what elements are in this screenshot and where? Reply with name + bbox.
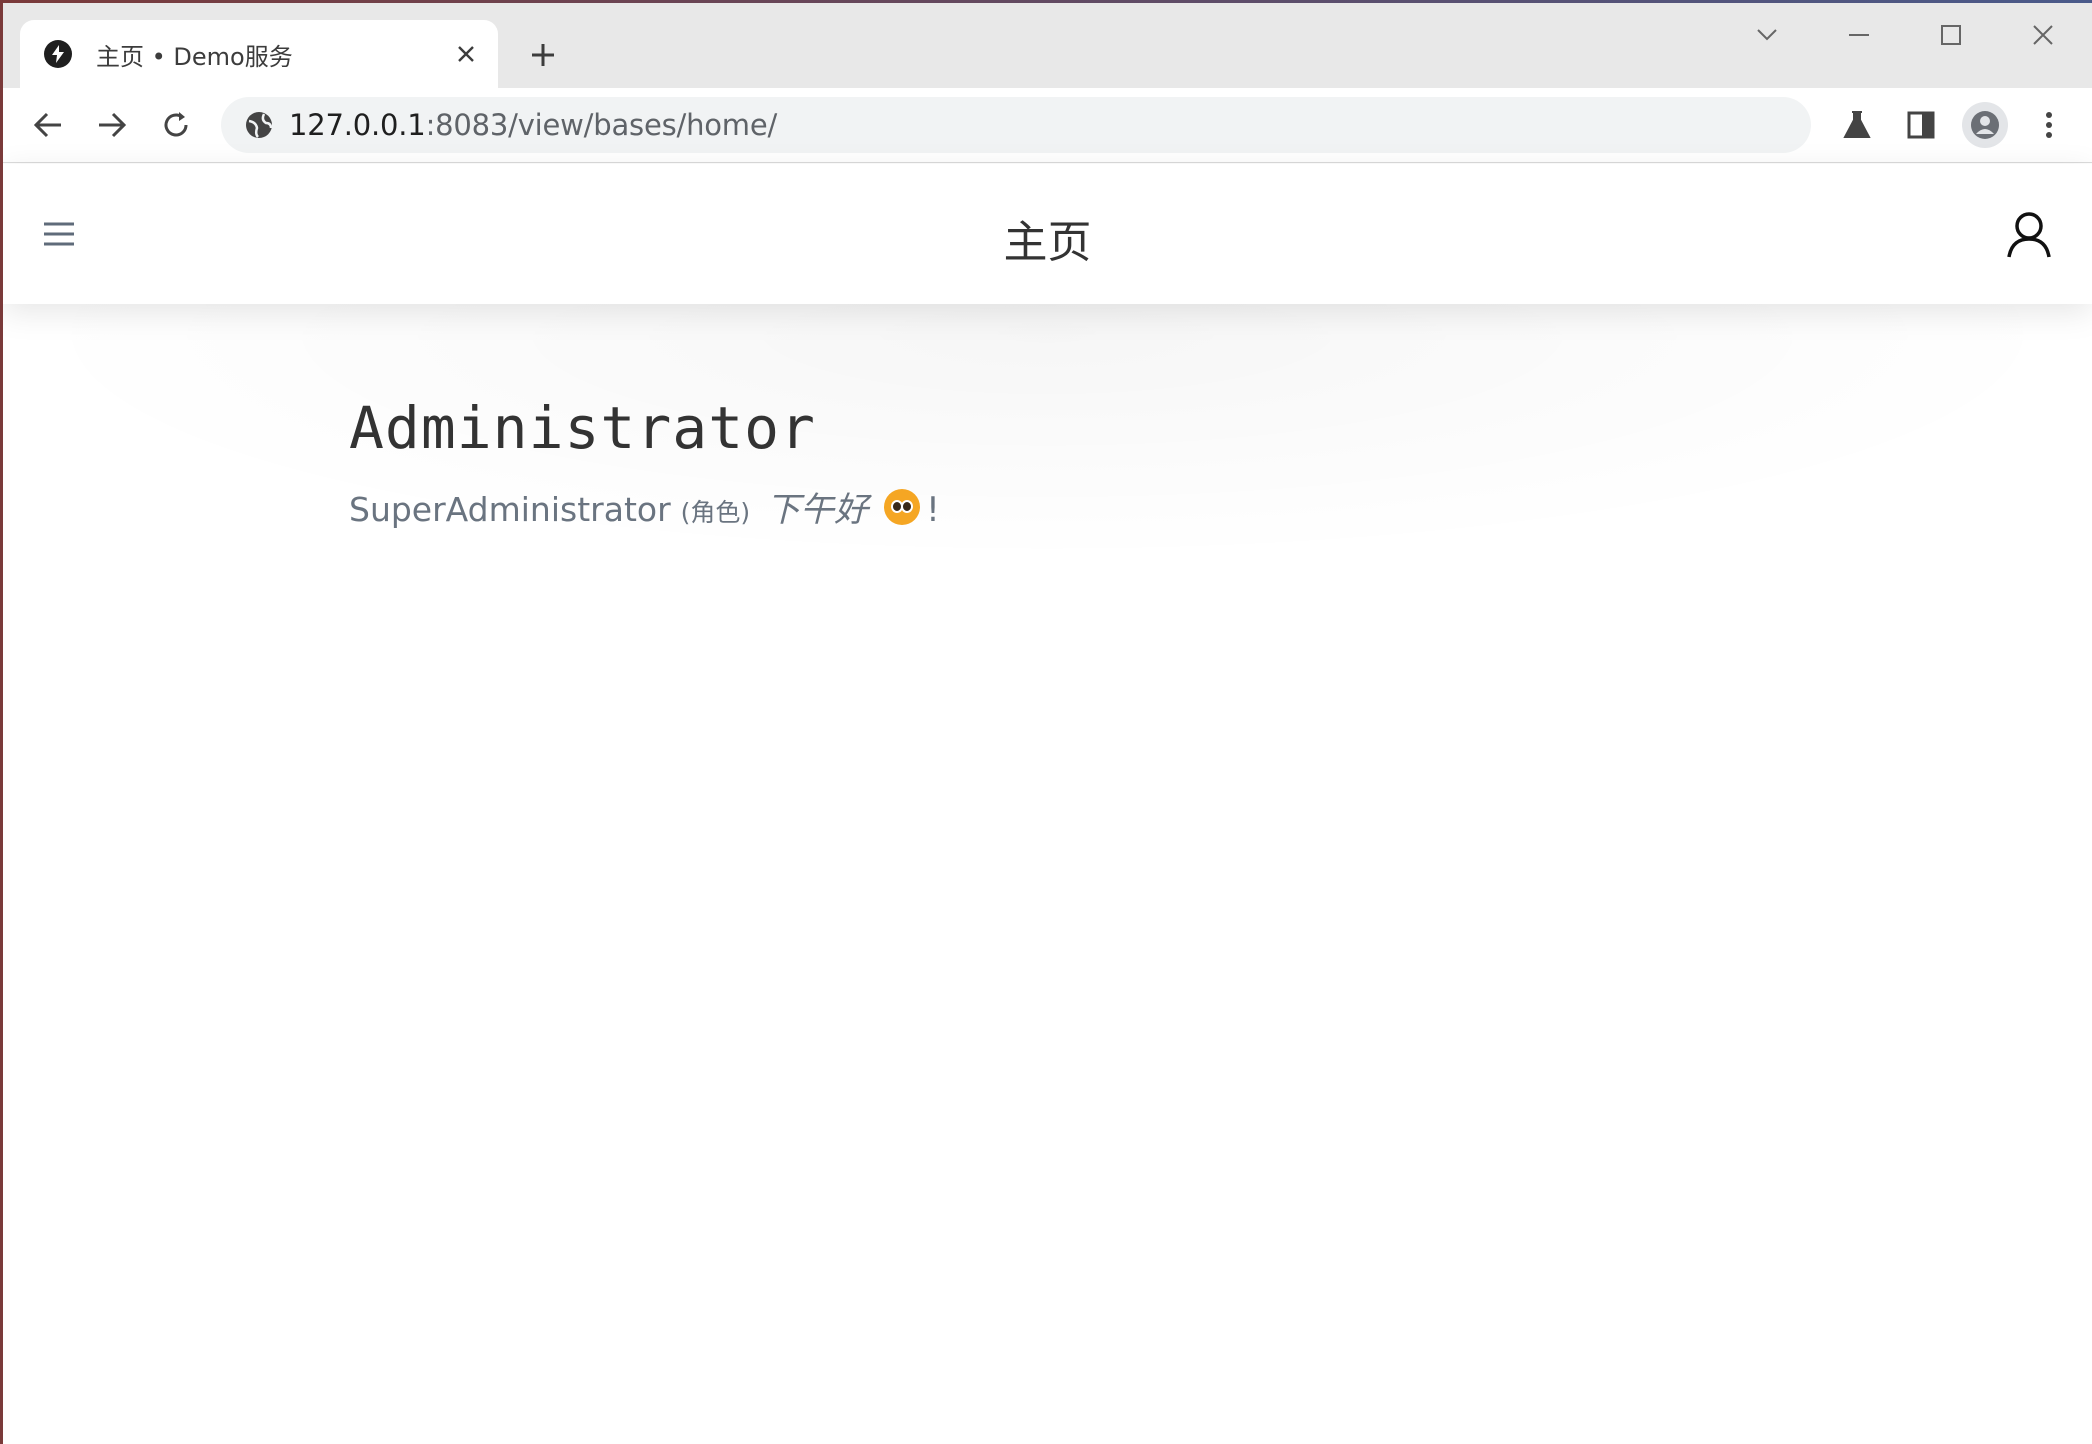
app-header: 主页 [3, 164, 2092, 304]
user-icon[interactable] [2002, 208, 2056, 262]
url-host: 127.0.0.1 [289, 108, 426, 142]
plus-icon[interactable] [523, 35, 563, 75]
url-path: :8083/view/bases/home/ [425, 108, 778, 142]
tab-strip: 主页 • Demo服务 [3, 3, 2092, 88]
chevron-down-icon[interactable] [1737, 15, 1797, 55]
role-name: SuperAdministrator [349, 490, 671, 529]
lightning-icon [44, 40, 72, 68]
welcome-section [3, 304, 2092, 564]
close-icon[interactable] [448, 36, 484, 72]
side-panel-icon[interactable] [1898, 102, 1944, 148]
minimize-icon[interactable] [1829, 15, 1889, 55]
back-icon[interactable] [25, 102, 71, 148]
user-name: Administrator [349, 394, 816, 462]
web-page: 主页 Administrator SuperAdministrator (角色)… [3, 164, 2092, 1444]
maximize-icon[interactable] [1921, 15, 1981, 55]
greeting-text: 下午好 [766, 490, 869, 530]
labs-icon[interactable] [1834, 102, 1880, 148]
greeting-exclaim: ! [926, 490, 940, 530]
reload-icon[interactable] [153, 102, 199, 148]
page-title: 主页 [1003, 217, 1092, 268]
forward-icon[interactable] [89, 102, 135, 148]
profile-icon[interactable] [1962, 102, 2008, 148]
role-suffix: (角色) [680, 498, 751, 527]
tab-title: 主页 • Demo服务 [96, 42, 293, 71]
browser-toolbar: 127.0.0.1:8083/view/bases/home/ [3, 88, 2092, 163]
browser-window: 主页 • Demo服务 127.0.0.1:8083/view/bases/ho… [3, 3, 2092, 1444]
more-icon[interactable] [2026, 102, 2072, 148]
close-window-icon[interactable] [2013, 15, 2073, 55]
url-text: 127.0.0.1:8083/view/bases/home/ [289, 108, 777, 142]
browser-tab[interactable]: 主页 • Demo服务 [20, 20, 498, 88]
smile-emoji-icon [884, 489, 921, 525]
address-bar[interactable]: 127.0.0.1:8083/view/bases/home/ [221, 97, 1811, 153]
greeting-line: SuperAdministrator (角色) 下午好 ! [349, 482, 940, 531]
site-info-icon[interactable] [239, 105, 279, 145]
